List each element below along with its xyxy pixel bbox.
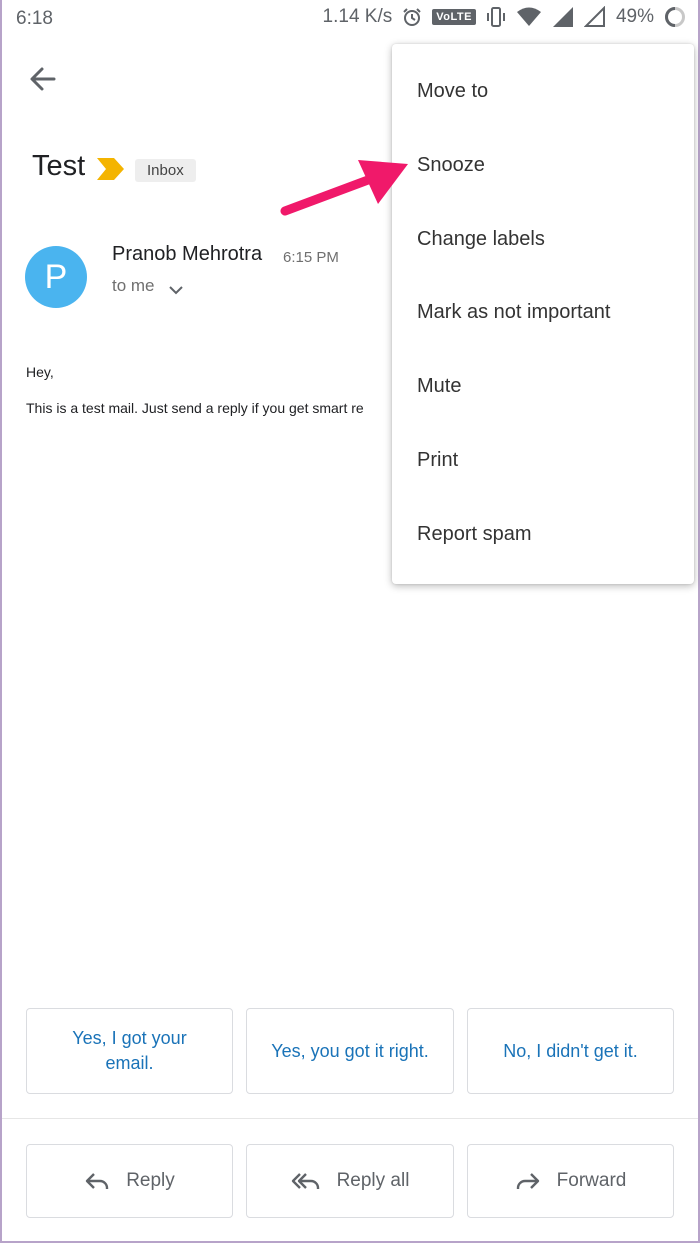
status-bar: 6:18 1.14 K/s VoLTE 49%: [0, 0, 700, 38]
battery-ring-icon: [664, 6, 686, 28]
overflow-menu: Move to Snooze Change labels Mark as not…: [392, 44, 694, 584]
smart-reply-1-line1: Yes, I got your: [72, 1028, 187, 1048]
email-subject: Test: [32, 150, 86, 182]
smart-reply-2[interactable]: Yes, you got it right.: [246, 1008, 454, 1094]
smart-reply-2-label: Yes, you got it right.: [271, 1040, 429, 1061]
sender-name: Pranob Mehrotra: [112, 243, 263, 265]
important-marker-icon[interactable]: [97, 158, 125, 185]
reply-all-button[interactable]: Reply all: [246, 1144, 454, 1218]
network-speed: 1.14 K/s: [322, 6, 393, 27]
smart-reply-1[interactable]: Yes, I got your email.: [26, 1008, 233, 1094]
reply-all-label: Reply all: [336, 1170, 410, 1191]
recipient-text[interactable]: to me: [112, 276, 155, 296]
annotation-arrow-icon: [280, 156, 410, 223]
menu-item-print[interactable]: Print: [417, 449, 458, 472]
smart-reply-3[interactable]: No, I didn't get it.: [467, 1008, 674, 1094]
divider: [2, 1118, 698, 1119]
forward-icon: [516, 1173, 539, 1189]
signal-empty-icon: [583, 6, 606, 28]
menu-item-snooze[interactable]: Snooze: [417, 154, 485, 177]
back-arrow-icon: [30, 67, 56, 91]
chevron-down-icon[interactable]: [168, 283, 184, 301]
reply-icon: [86, 1173, 109, 1189]
email-body-greeting: Hey,: [26, 364, 54, 380]
menu-item-report-spam[interactable]: Report spam: [417, 523, 532, 546]
status-time: 6:18: [16, 8, 53, 29]
label-chip[interactable]: Inbox: [135, 159, 196, 182]
forward-button[interactable]: Forward: [467, 1144, 674, 1218]
avatar[interactable]: P: [25, 246, 87, 308]
reply-label: Reply: [126, 1170, 175, 1191]
battery-percent: 49%: [615, 6, 654, 27]
wifi-icon: [516, 6, 542, 28]
reply-all-icon: [291, 1173, 319, 1189]
forward-label: Forward: [556, 1170, 627, 1191]
reply-button[interactable]: Reply: [26, 1144, 233, 1218]
menu-item-mark-not-important[interactable]: Mark as not important: [417, 301, 610, 324]
status-icons: 1.14 K/s VoLTE 49%: [323, 6, 686, 28]
menu-item-change-labels[interactable]: Change labels: [417, 228, 545, 251]
signal-icon: [552, 6, 574, 28]
smart-reply-1-line2: email.: [105, 1053, 154, 1073]
vibrate-icon: [486, 6, 506, 28]
volte-badge: VoLTE: [432, 9, 476, 25]
email-body-text: This is a test mail. Just send a reply i…: [26, 400, 364, 416]
menu-item-move-to[interactable]: Move to: [417, 80, 488, 103]
back-button[interactable]: [26, 62, 60, 96]
sent-time: 6:15 PM: [283, 249, 339, 266]
alarm-icon: [402, 7, 422, 27]
smart-reply-3-label: No, I didn't get it.: [503, 1040, 638, 1061]
smart-reply-1-label: Yes, I got your email.: [72, 1026, 186, 1076]
menu-item-mute[interactable]: Mute: [417, 375, 461, 398]
